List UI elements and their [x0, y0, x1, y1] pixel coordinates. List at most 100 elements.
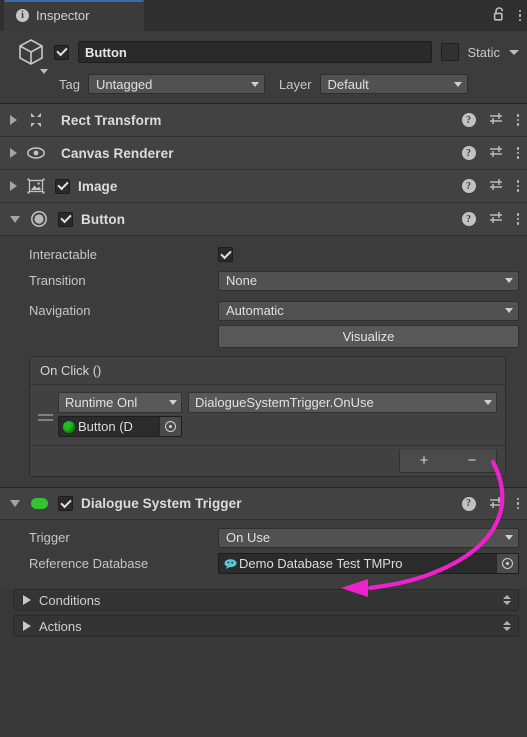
static-checkbox[interactable]: [441, 43, 460, 61]
row-transition: Transition None: [8, 270, 519, 291]
kebab-menu-icon[interactable]: [516, 114, 519, 126]
preset-icon[interactable]: [489, 177, 504, 195]
help-icon[interactable]: ?: [461, 113, 476, 127]
transition-label: Transition: [29, 273, 86, 288]
visualize-button[interactable]: Visualize: [218, 325, 519, 348]
component-title: Dialogue System Trigger: [81, 496, 242, 511]
foldout-arrow-icon: [23, 621, 31, 631]
foldout-arrow-icon[interactable]: [10, 148, 17, 158]
preset-icon[interactable]: [489, 144, 504, 162]
component-header-actions: ?: [461, 177, 519, 195]
help-icon[interactable]: ?: [461, 146, 476, 160]
target-object-field[interactable]: Button (D: [58, 416, 182, 437]
tag-label: Tag: [59, 76, 80, 92]
interactable-label: Interactable: [29, 247, 97, 262]
dst-enabled-checkbox[interactable]: [58, 496, 73, 511]
button-component-body: Interactable Transition None Navigation …: [0, 236, 527, 487]
foldout-arrow-icon[interactable]: [10, 115, 17, 125]
row-trigger: Trigger On Use: [8, 527, 519, 548]
tab-bar: i Inspector: [0, 0, 527, 31]
trigger-value: On Use: [226, 530, 271, 545]
script-capsule-icon: [29, 495, 49, 513]
dst-component-body: Trigger On Use Reference Database Demo D…: [0, 520, 527, 589]
component-header-dialogue-system-trigger[interactable]: Dialogue System Trigger ?: [0, 487, 527, 520]
foldout-arrow-icon[interactable]: [10, 215, 20, 223]
inspector-window: i Inspector Button Static Tag Untagged L…: [0, 0, 527, 737]
eye-icon: [26, 144, 46, 162]
component-header-rect-transform[interactable]: Rect Transform ?: [0, 104, 527, 137]
foldout-conditions[interactable]: Conditions: [13, 589, 519, 611]
layer-dropdown[interactable]: Default: [319, 74, 468, 94]
kebab-menu-icon[interactable]: [516, 497, 519, 510]
reference-database-field[interactable]: Demo Database Test TMPro: [218, 553, 519, 574]
transition-dropdown[interactable]: None: [218, 270, 519, 291]
green-sphere-icon: [63, 420, 75, 433]
chevron-down-icon: [484, 400, 492, 405]
dialogue-database-icon: [223, 558, 238, 570]
component-header-image[interactable]: Image ?: [0, 170, 527, 203]
trigger-dropdown[interactable]: On Use: [218, 527, 519, 548]
chevron-down-icon: [505, 308, 513, 313]
object-header-row-name: Button Static: [8, 36, 519, 74]
foldout-arrow-icon[interactable]: [10, 181, 17, 191]
help-icon[interactable]: ?: [461, 179, 476, 193]
on-click-title: On Click (): [30, 357, 505, 385]
chevron-down-icon: [505, 535, 513, 540]
reference-database-value: Demo Database Test TMPro: [239, 556, 403, 571]
preset-icon[interactable]: [489, 210, 504, 228]
reorder-icon[interactable]: [503, 595, 511, 605]
chevron-down-icon: [453, 81, 462, 87]
interactable-checkbox[interactable]: [218, 247, 233, 262]
reorder-icon[interactable]: [503, 621, 511, 631]
object-picker-icon[interactable]: [159, 417, 181, 436]
component-header-actions: ?: [461, 210, 519, 228]
preset-icon[interactable]: [489, 111, 504, 129]
remove-entry-button[interactable]: −: [468, 452, 477, 469]
image-enabled-checkbox[interactable]: [55, 178, 70, 194]
navigation-dropdown[interactable]: Automatic: [218, 300, 519, 321]
component-title: Canvas Renderer: [61, 145, 174, 161]
help-icon[interactable]: ?: [461, 212, 476, 226]
kebab-menu-icon[interactable]: [516, 213, 519, 225]
tab-inspector-label: Inspector: [36, 8, 90, 23]
row-visualize: Visualize: [8, 325, 519, 348]
function-dropdown[interactable]: DialogueSystemTrigger.OnUse: [188, 392, 497, 413]
component-header-actions: ?: [461, 495, 519, 513]
tab-inspector[interactable]: i Inspector: [4, 0, 144, 31]
add-entry-button[interactable]: +: [420, 452, 429, 469]
chevron-down-icon: [40, 69, 48, 74]
gameobject-enabled-checkbox[interactable]: [54, 44, 69, 60]
object-picker-icon[interactable]: [496, 554, 518, 573]
tab-bar-actions: [492, 0, 521, 31]
object-header-row-tag: Tag Untagged Layer Default: [8, 73, 519, 95]
call-state-value: Runtime Onl: [65, 395, 138, 410]
trigger-label: Trigger: [29, 530, 70, 545]
component-header-canvas-renderer[interactable]: Canvas Renderer ?: [0, 137, 527, 170]
button-circle-icon: [29, 210, 49, 228]
preset-icon[interactable]: [489, 495, 504, 513]
call-state-dropdown[interactable]: Runtime Onl: [58, 392, 182, 413]
foldout-actions[interactable]: Actions: [13, 615, 519, 637]
help-icon[interactable]: ?: [461, 496, 476, 511]
gameobject-name-input[interactable]: Button: [78, 41, 433, 63]
component-title: Image: [78, 178, 118, 194]
static-dropdown-icon[interactable]: [509, 49, 519, 55]
lock-open-icon[interactable]: [492, 6, 507, 25]
button-enabled-checkbox[interactable]: [58, 211, 73, 227]
component-header-actions: ?: [461, 144, 519, 162]
kebab-menu-icon[interactable]: [516, 180, 519, 192]
on-click-footer: + −: [30, 446, 505, 476]
cube-gameobject-icon[interactable]: [8, 36, 54, 74]
row-interactable: Interactable: [8, 244, 519, 265]
foldout-arrow-icon[interactable]: [10, 500, 20, 507]
tag-dropdown[interactable]: Untagged: [88, 74, 265, 94]
kebab-menu-icon[interactable]: [518, 9, 521, 22]
rect-transform-icon: [26, 111, 46, 129]
navigation-value: Automatic: [226, 303, 284, 318]
kebab-menu-icon[interactable]: [516, 147, 519, 159]
actions-label: Actions: [39, 618, 82, 634]
object-header: Button Static Tag Untagged Layer Default: [0, 31, 527, 104]
drag-handle[interactable]: [38, 392, 58, 437]
component-header-button[interactable]: Button ?: [0, 203, 527, 236]
foldout-arrow-icon: [23, 595, 31, 605]
